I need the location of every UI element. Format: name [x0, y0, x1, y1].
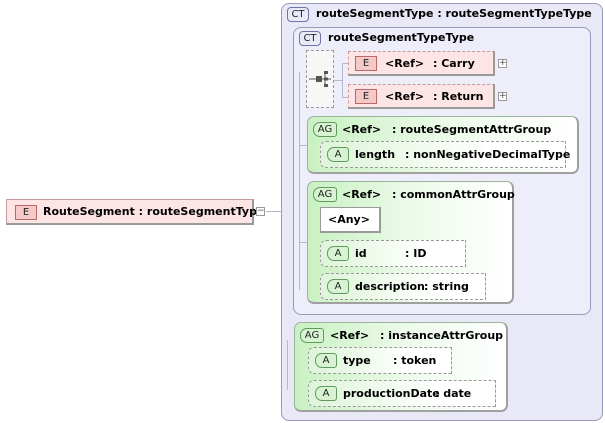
attribute-badge: A [327, 246, 349, 261]
attribute-group-badge: AG [313, 187, 337, 202]
element-return[interactable]: E <Ref> : Return [348, 84, 495, 109]
sequence-icon [309, 71, 331, 87]
collapse-toggle[interactable]: − [256, 207, 265, 216]
expand-toggle[interactable]: + [498, 92, 507, 101]
group-ref: <Ref> [330, 329, 370, 342]
element-badge: E [355, 89, 377, 104]
attribute-length[interactable]: A length : nonNegativeDecimalType [320, 141, 570, 168]
complex-type-badge: CT [299, 31, 321, 46]
attribute-group-badge: AG [313, 122, 337, 137]
attribute-production-date[interactable]: A productionDate : date [308, 380, 496, 407]
root-element-label: RouteSegment : routeSegmentType [43, 205, 265, 218]
attribute-badge: A [315, 386, 337, 401]
attribute-type-token[interactable]: A type : token [308, 347, 452, 374]
attribute-description[interactable]: A description : string [320, 273, 486, 300]
sequence-branch [334, 80, 342, 81]
connector-line [266, 211, 282, 212]
tree-connector [287, 340, 288, 390]
attribute-type: : date [435, 387, 472, 400]
sequence-branch [342, 63, 343, 97]
element-badge: E [15, 205, 37, 220]
group-ref: <Ref> [342, 123, 382, 136]
group-name: : instanceAttrGroup [380, 329, 504, 342]
attribute-name: productionDate [343, 387, 440, 400]
element-ref: <Ref> [385, 90, 425, 103]
tree-connector [299, 72, 300, 290]
attribute-name: description [355, 280, 425, 293]
attribute-group-badge: AG [300, 328, 324, 343]
attribute-badge: A [327, 147, 349, 162]
attribute-type: : string [424, 280, 469, 293]
attribute-name: id [355, 247, 367, 260]
attribute-type: : token [393, 354, 437, 367]
attribute-type: : nonNegativeDecimalType [405, 148, 571, 161]
outer-type-label: routeSegmentType : routeSegmentTypeType [316, 7, 592, 20]
element-type: : Carry [433, 57, 475, 70]
inner-type-label: routeSegmentTypeType [328, 31, 475, 44]
element-type: : Return [433, 90, 484, 103]
attribute-id[interactable]: A id : ID [320, 240, 466, 267]
attribute-name: length [355, 148, 396, 161]
element-ref: <Ref> [385, 57, 425, 70]
tree-connector [299, 145, 307, 146]
expand-toggle[interactable]: + [498, 59, 507, 68]
complex-type-badge: CT [287, 7, 309, 22]
attribute-badge: A [327, 279, 349, 294]
attribute-name: type [343, 354, 371, 367]
element-badge: E [355, 56, 377, 71]
element-carry[interactable]: E <Ref> : Carry [348, 51, 495, 76]
group-name: : routeSegmentAttrGroup [392, 123, 552, 136]
attribute-badge: A [315, 353, 337, 368]
any-label: <Any> [328, 213, 370, 226]
any-attribute[interactable]: <Any> [320, 207, 381, 233]
group-name: : commonAttrGroup [392, 188, 515, 201]
attribute-type: : ID [405, 247, 427, 260]
root-element[interactable]: E RouteSegment : routeSegmentType [6, 199, 264, 225]
group-ref: <Ref> [342, 188, 382, 201]
sequence-compositor[interactable] [306, 50, 334, 108]
tree-connector [299, 242, 307, 243]
